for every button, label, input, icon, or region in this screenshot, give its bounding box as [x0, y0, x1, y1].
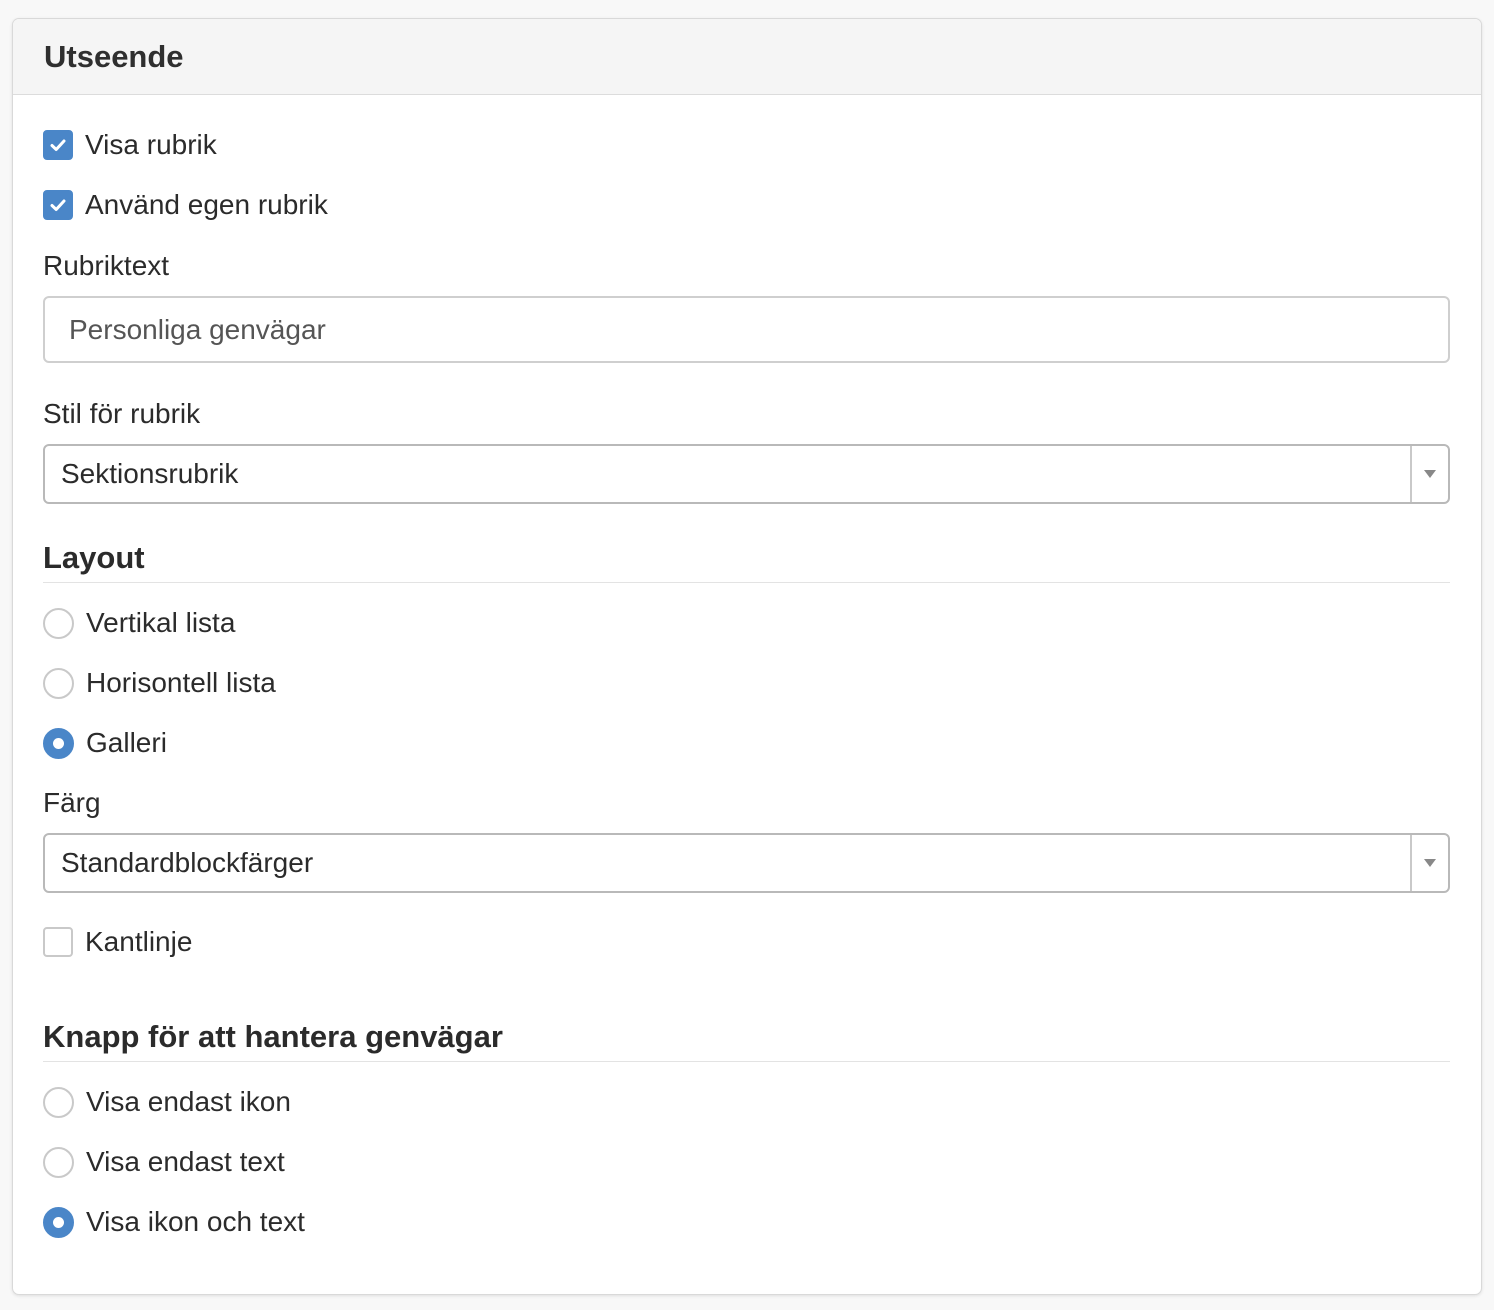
manage-icon-only-radio[interactable] — [43, 1086, 74, 1118]
checkmark-icon — [50, 199, 66, 211]
dropdown-arrow-icon[interactable] — [1410, 446, 1448, 502]
color-select[interactable]: Standardblockfärger — [43, 833, 1450, 893]
panel-title: Utseende — [44, 38, 184, 74]
appearance-panel: Utseende Visa rubrik Använd egen rubrik … — [12, 18, 1482, 1295]
layout-option-gallery[interactable]: Galleri — [43, 726, 167, 760]
custom-heading-checkbox[interactable] — [43, 190, 73, 220]
manage-option-icon-and-text[interactable]: Visa ikon och text — [43, 1205, 305, 1239]
dropdown-arrow-icon[interactable] — [1410, 835, 1448, 891]
layout-option-vertical[interactable]: Vertikal lista — [43, 606, 235, 640]
layout-option-horizontal[interactable]: Horisontell lista — [43, 666, 276, 700]
heading-style-value: Sektionsrubrik — [61, 458, 239, 489]
color-label: Färg — [43, 787, 101, 818]
border-label: Kantlinje — [85, 926, 193, 957]
layout-horizontal-radio[interactable] — [43, 667, 74, 699]
manage-option-text-only[interactable]: Visa endast text — [43, 1145, 285, 1179]
layout-gallery-radio[interactable] — [43, 727, 74, 759]
layout-vertical-radio[interactable] — [43, 607, 74, 639]
border-checkbox-row[interactable]: Kantlinje — [43, 925, 192, 959]
layout-section-title: Layout — [43, 540, 1450, 583]
manage-text-only-radio[interactable] — [43, 1146, 74, 1178]
heading-text-label: Rubriktext — [43, 250, 170, 281]
panel-header: Utseende — [13, 19, 1481, 95]
show-heading-checkbox[interactable] — [43, 130, 73, 160]
custom-heading-checkbox-row[interactable]: Använd egen rubrik — [43, 188, 328, 222]
layout-gallery-label: Galleri — [86, 727, 167, 758]
heading-style-select[interactable]: Sektionsrubrik — [43, 444, 1450, 504]
radio-dot — [53, 737, 64, 749]
manage-icon-and-text-radio[interactable] — [43, 1206, 74, 1238]
heading-text-input[interactable] — [43, 296, 1450, 363]
manage-icon-and-text-label: Visa ikon och text — [86, 1206, 305, 1237]
show-heading-label: Visa rubrik — [85, 129, 217, 160]
layout-horizontal-label: Horisontell lista — [86, 667, 276, 698]
checkmark-icon — [50, 139, 66, 151]
manage-icon-only-label: Visa endast ikon — [86, 1086, 291, 1117]
manage-option-icon-only[interactable]: Visa endast ikon — [43, 1085, 291, 1119]
color-value: Standardblockfärger — [61, 847, 314, 878]
manage-text-only-label: Visa endast text — [86, 1146, 285, 1177]
heading-style-label: Stil för rubrik — [43, 398, 201, 429]
show-heading-checkbox-row[interactable]: Visa rubrik — [43, 128, 217, 162]
manage-button-section-title: Knapp för att hantera genvägar — [43, 1019, 1450, 1062]
radio-dot — [53, 1216, 64, 1228]
layout-vertical-label: Vertikal lista — [86, 607, 236, 638]
border-checkbox[interactable] — [43, 927, 73, 957]
custom-heading-label: Använd egen rubrik — [85, 189, 328, 220]
